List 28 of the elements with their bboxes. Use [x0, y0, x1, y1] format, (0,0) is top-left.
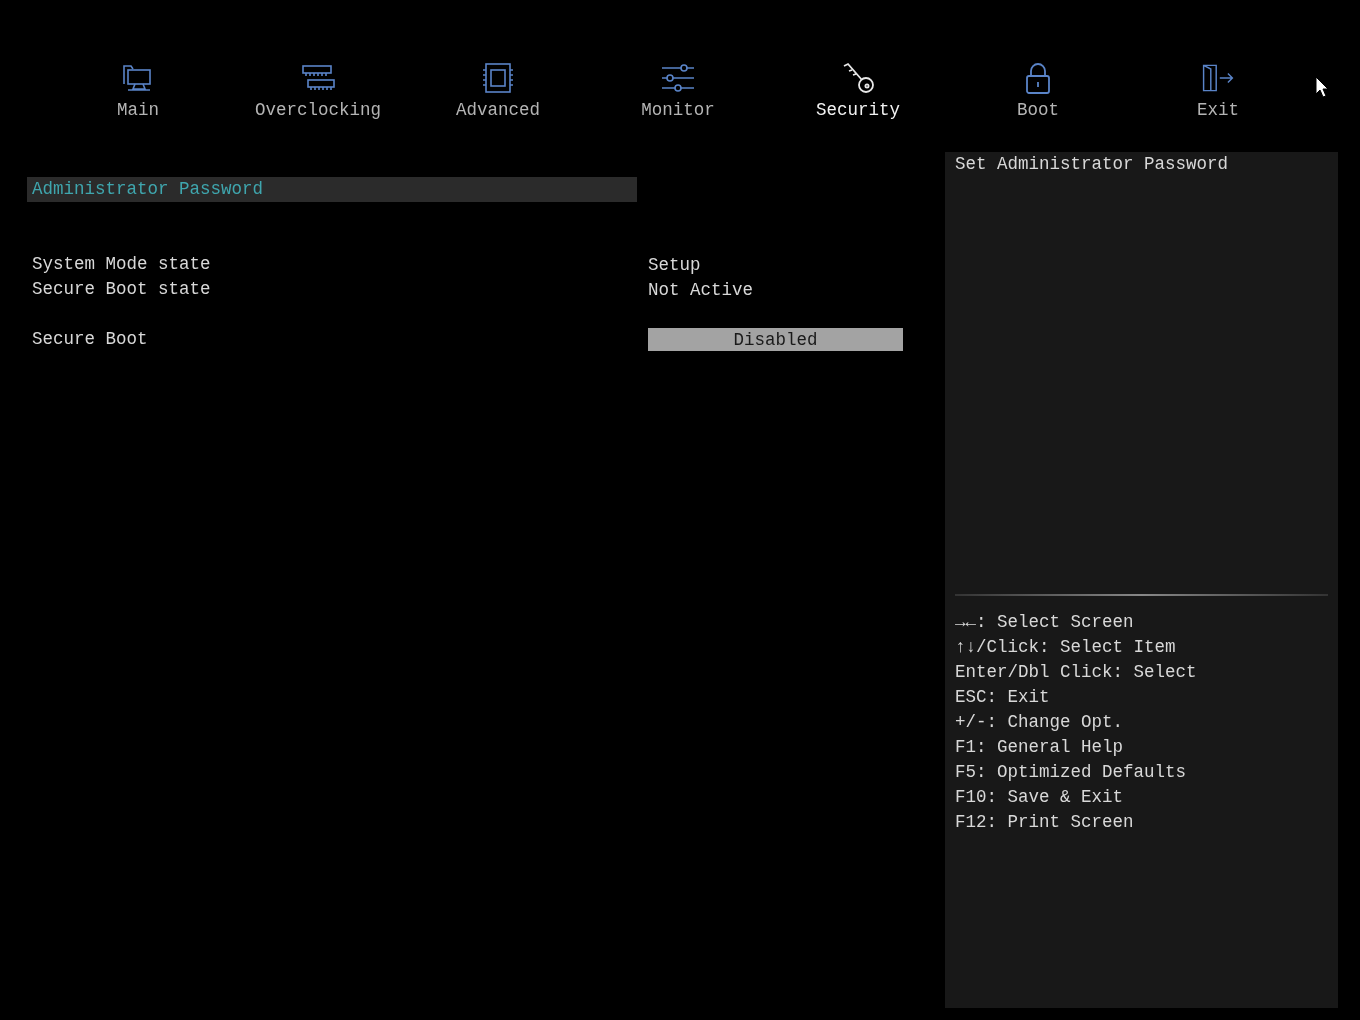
key-hint: F1: General Help [955, 736, 1125, 759]
setting-label: System Mode state [31, 253, 212, 276]
option-dropdown[interactable]: Disabled [648, 328, 903, 351]
key-hint: +/-: Change Opt. [955, 711, 1125, 734]
menu-item[interactable]: Administrator Password [27, 177, 637, 202]
sliders-icon [660, 62, 696, 94]
key-hint: ESC: Exit [955, 686, 1051, 709]
key-hint: ↑↓/Click: Select Item [955, 636, 1177, 659]
menu-tab[interactable]: Advanced [408, 0, 588, 121]
setting-value: Setup [648, 254, 701, 275]
key-hint: F12: Print Screen [955, 811, 1135, 834]
help-text: Set Administrator Password [955, 154, 1230, 176]
menu-tab[interactable]: Monitor [588, 0, 768, 121]
key-hint: →←: Select Screen [955, 611, 1135, 634]
key-hint: Enter/Dbl Click: Select [955, 661, 1198, 684]
menu-tab[interactable]: Exit [1128, 0, 1308, 121]
mouse-cursor-icon [1315, 76, 1329, 98]
menu-tab[interactable]: Boot [948, 0, 1128, 121]
menu-tab[interactable]: Overclocking [228, 0, 408, 121]
key-hint: F10: Save & Exit [955, 786, 1125, 809]
setting-value: Not Active [648, 279, 754, 300]
setting-label[interactable]: Secure Boot [27, 327, 637, 352]
door-exit-icon [1200, 62, 1236, 94]
menu-tab[interactable]: Security [768, 0, 948, 121]
menu-tab[interactable]: Main [48, 0, 228, 121]
setting-label: Secure Boot state [31, 278, 212, 301]
key-hint: F5: Optimized Defaults [955, 761, 1188, 784]
chip-icon [480, 62, 516, 94]
